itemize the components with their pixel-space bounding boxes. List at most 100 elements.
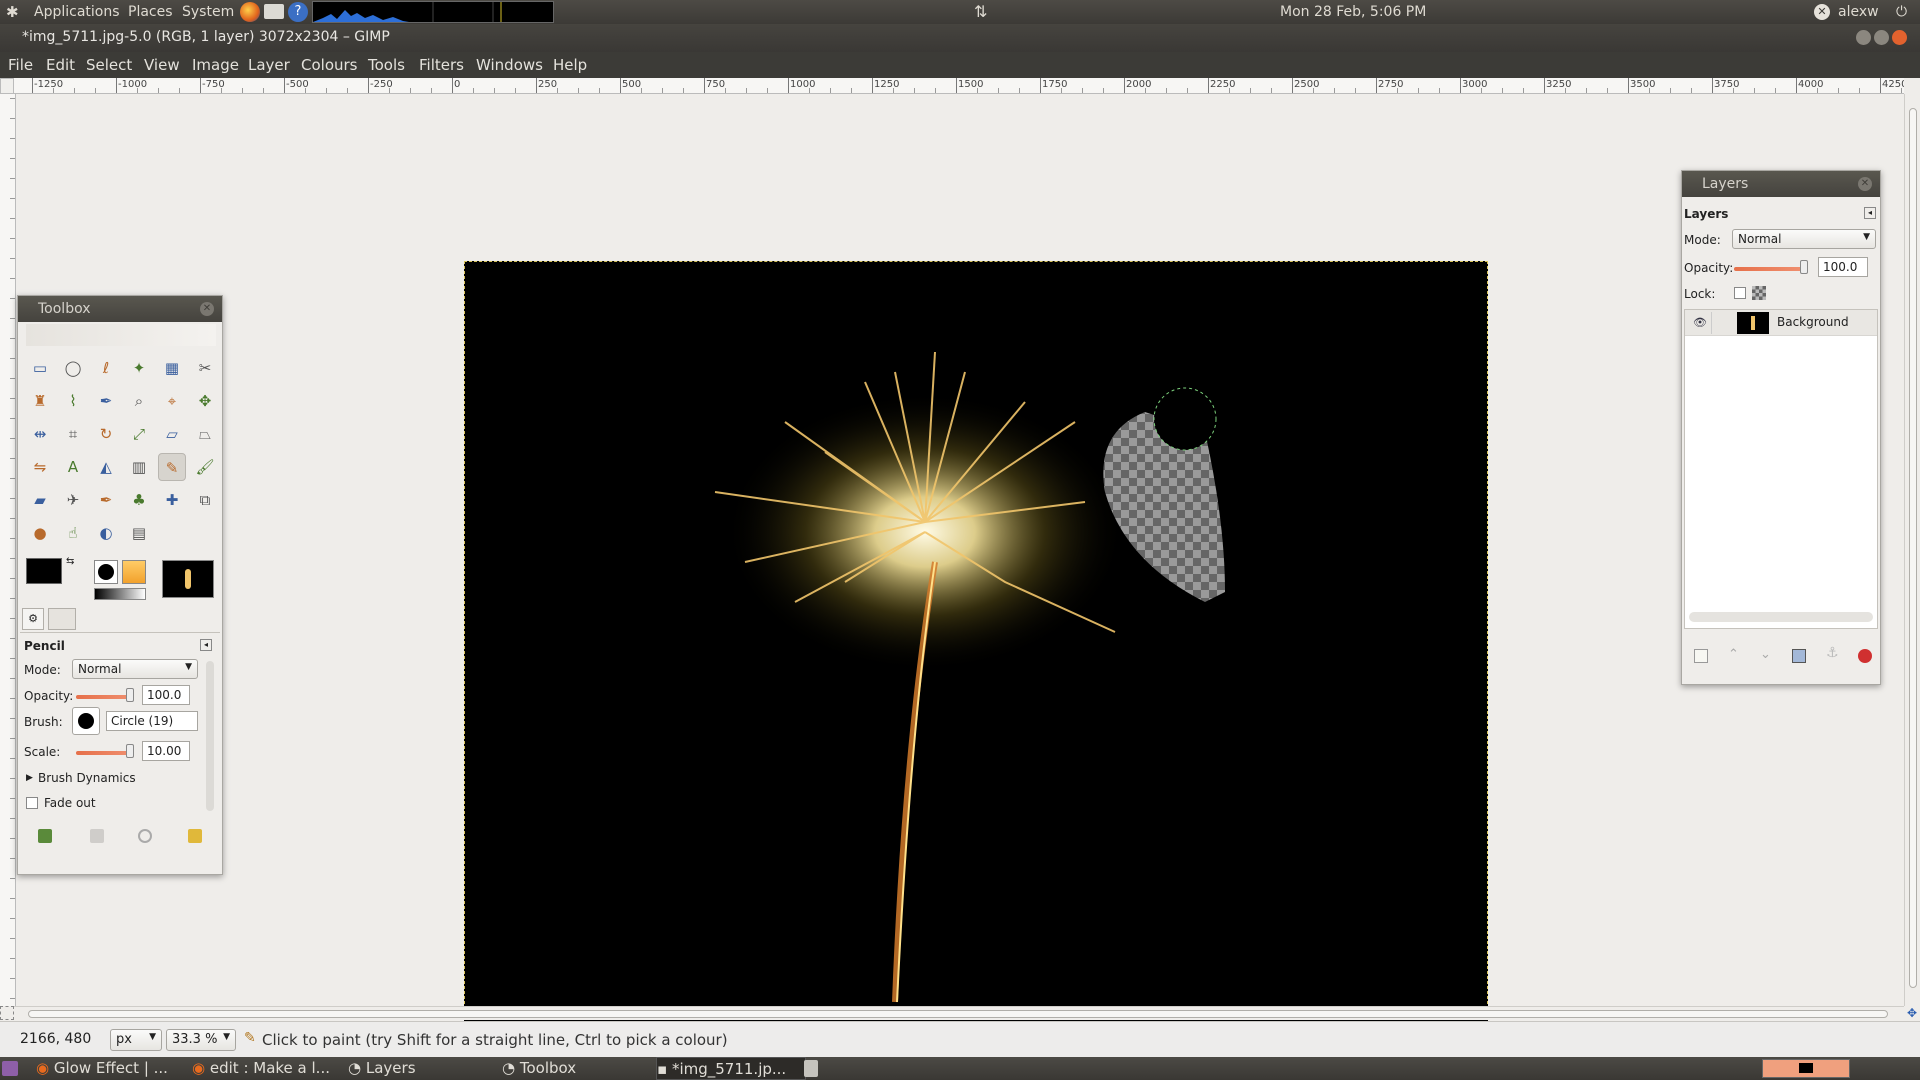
layers-title[interactable]: Layers ✕ [1682, 171, 1880, 197]
reset-options-icon[interactable] [188, 829, 202, 843]
mode-select[interactable]: Normal ▼ [72, 659, 198, 679]
menu-layer[interactable]: Layer [248, 56, 290, 74]
gradient-indicator[interactable] [94, 588, 146, 600]
ubuntu-logo-icon[interactable]: ✱ [6, 3, 19, 21]
select-by-color-tool-icon[interactable]: ▦ [158, 354, 186, 382]
cage-transform-tool-icon[interactable]: ▤ [125, 519, 153, 547]
places-menu[interactable]: Places [128, 4, 173, 20]
tool-options-scrollbar[interactable] [206, 661, 214, 811]
rect-select-tool-icon[interactable]: ▭ [26, 354, 54, 382]
scale-tool-icon[interactable]: ⤢ [125, 420, 153, 448]
system-menu[interactable]: System [182, 4, 234, 20]
close-toolbox-icon[interactable]: ✕ [200, 302, 214, 316]
maximize-button[interactable] [1874, 30, 1889, 45]
quick-mask-toggle[interactable] [0, 1006, 14, 1020]
scale-spinbox[interactable]: 10.00 [142, 741, 190, 761]
delete-layer-icon[interactable] [1858, 649, 1872, 663]
applications-menu[interactable]: Applications [34, 4, 120, 20]
brush-name-field[interactable]: Circle (19) [106, 711, 198, 731]
layer-chain-icon[interactable] [1711, 312, 1729, 334]
dodge-burn-tool-icon[interactable]: ◐ [92, 519, 120, 547]
anchor-layer-icon[interactable]: ⚓ [1826, 645, 1839, 661]
scale-slider-handle[interactable] [126, 744, 134, 758]
zoom-tool-icon[interactable]: ⌕ [125, 387, 153, 415]
horizontal-ruler[interactable]: -1250 -1000 -750 -500 -250 0 250 500 750 1000 1250… [14, 78, 1904, 94]
swap-colors-icon[interactable]: ⇆ [66, 556, 74, 567]
menu-view[interactable]: View [144, 56, 180, 74]
ruler-corner[interactable] [0, 78, 14, 94]
paths-tool-icon[interactable]: ⌇ [59, 387, 87, 415]
align-tool-icon[interactable]: ⇹ [26, 420, 54, 448]
vertical-scrollbar[interactable] [1904, 94, 1920, 1006]
help-launcher-icon[interactable]: ? [288, 2, 308, 22]
perspective-tool-icon[interactable]: ⏢ [191, 420, 219, 448]
active-image-thumbnail[interactable] [162, 560, 214, 598]
system-monitor-graph[interactable] [312, 1, 554, 23]
measure-tool-icon[interactable]: ⌖ [158, 387, 186, 415]
layer-name[interactable]: Background [1777, 315, 1849, 329]
menu-image[interactable]: Image [192, 56, 239, 74]
clock[interactable]: Mon 28 Feb, 5:06 PM [1280, 4, 1426, 20]
navigate-icon[interactable]: ✥ [1904, 1006, 1920, 1020]
rotate-tool-icon[interactable]: ↻ [92, 420, 120, 448]
menu-colours[interactable]: Colours [301, 56, 357, 74]
foreground-color[interactable] [26, 558, 62, 584]
shear-tool-icon[interactable]: ⏥ [158, 420, 186, 448]
firefox-launcher-icon[interactable] [240, 2, 260, 22]
show-desktop-icon[interactable] [2, 1061, 18, 1076]
blur-tool-icon[interactable]: ● [26, 519, 54, 547]
scissors-tool-icon[interactable]: ✂ [191, 354, 219, 382]
opacity-slider-handle[interactable] [126, 688, 134, 702]
eraser-tool-icon[interactable]: ▰ [26, 486, 54, 514]
delete-options-icon[interactable] [138, 829, 152, 843]
opacity-spinbox[interactable]: 100.0 [142, 685, 190, 705]
user-status-icon[interactable]: ✕ [1814, 4, 1830, 20]
airbrush-tool-icon[interactable]: ✈ [59, 486, 87, 514]
minimize-button[interactable] [1856, 30, 1871, 45]
fuzzy-select-tool-icon[interactable]: ✦ [125, 354, 153, 382]
power-icon[interactable]: ⏻ [1896, 4, 1907, 20]
task-layers[interactable]: ◔ Layers [348, 1057, 498, 1080]
paintbrush-tool-icon[interactable]: 🖌 [191, 453, 219, 481]
ink-tool-icon[interactable]: ✒ [92, 486, 120, 514]
color-picker-tool-icon[interactable]: ✒ [92, 387, 120, 415]
free-select-tool-icon[interactable]: ℓ [92, 354, 120, 382]
menu-filters[interactable]: Filters [419, 56, 464, 74]
lock-alpha-icon[interactable] [1752, 286, 1766, 300]
device-status-tab[interactable] [48, 608, 76, 630]
brush-preview-button[interactable] [72, 707, 100, 735]
move-tool-icon[interactable]: ✥ [191, 387, 219, 415]
horizontal-scrollbar-thumb[interactable] [28, 1010, 1888, 1018]
heal-tool-icon[interactable]: ✚ [158, 486, 186, 514]
text-tool-icon[interactable]: A [59, 453, 87, 481]
horizontal-scrollbar[interactable] [14, 1006, 1904, 1020]
workspace-switcher[interactable] [1762, 1059, 1850, 1078]
layer-mode-select[interactable]: Normal ▼ [1732, 229, 1876, 249]
menu-help[interactable]: Help [553, 56, 587, 74]
foreground-select-tool-icon[interactable]: ♜ [26, 387, 54, 415]
flip-tool-icon[interactable]: ⇋ [26, 453, 54, 481]
save-options-icon[interactable] [38, 829, 52, 843]
close-layers-icon[interactable]: ✕ [1858, 177, 1872, 191]
tool-options-tab[interactable]: ⚙ [22, 608, 44, 630]
layer-row-background[interactable]: 👁 Background [1685, 310, 1877, 336]
crop-tool-icon[interactable]: ⌗ [59, 420, 87, 448]
task-toolbox[interactable]: ◔ Toolbox [502, 1057, 652, 1080]
close-window-button[interactable] [1892, 30, 1907, 45]
unit-select[interactable]: px ▼ [110, 1029, 162, 1051]
mail-launcher-icon[interactable] [264, 4, 284, 19]
menu-tools[interactable]: Tools [368, 56, 405, 74]
layer-thumbnail[interactable] [1737, 312, 1769, 334]
ellipse-select-tool-icon[interactable]: ◯ [59, 354, 87, 382]
smudge-tool-icon[interactable]: ☝ [59, 519, 87, 547]
bucket-fill-tool-icon[interactable]: ◭ [92, 453, 120, 481]
duplicate-layer-icon[interactable] [1792, 649, 1806, 663]
menu-select[interactable]: Select [86, 56, 132, 74]
task-edit-make[interactable]: ◉ edit : Make a l... [192, 1057, 342, 1080]
lower-layer-icon[interactable]: ⌄ [1760, 647, 1771, 662]
lock-pixels-checkbox[interactable] [1734, 287, 1746, 299]
blend-tool-icon[interactable]: ▥ [125, 453, 153, 481]
trash-icon[interactable] [804, 1060, 818, 1077]
pencil-tool-icon[interactable]: ✎ [158, 453, 186, 481]
canvas-area[interactable]: Toolbox ✕ ▭ ◯ ℓ ✦ ▦ ✂ ♜ ⌇ ✒ ⌕ ⌖ ✥ ⇹ ⌗ ↻ ⤢ ⏥ ⏢ ⇋ A ◭ ▥ ✎ 🖌 ▰ ✈ ✒ ♣ ✚ ⧉ ●… [17, 95, 1904, 1029]
